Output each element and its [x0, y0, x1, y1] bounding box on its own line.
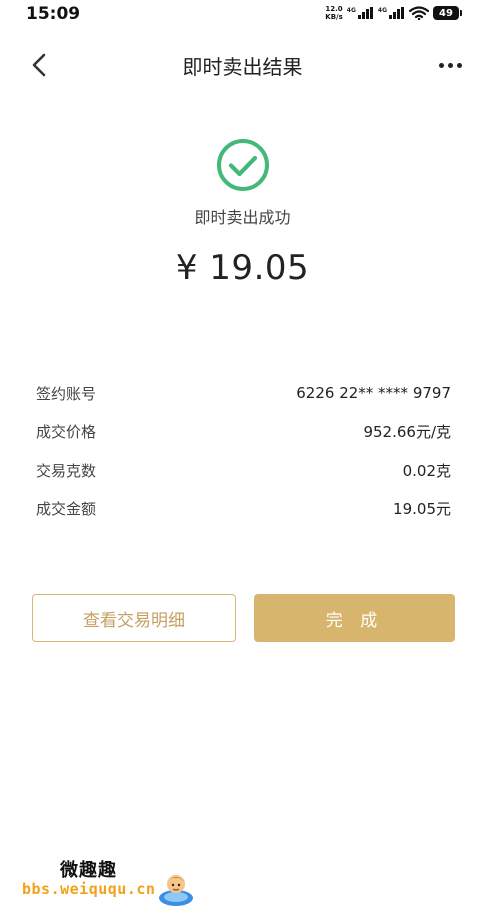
more-dot: [438, 62, 444, 68]
transaction-details: 签约账号 6226 22** **** 9797 成交价格 952.66元/克 …: [36, 374, 451, 528]
wifi-icon: [409, 6, 429, 20]
detail-row-account: 签约账号 6226 22** **** 9797: [36, 374, 451, 413]
detail-label: 成交价格: [36, 423, 97, 442]
signal-1-label: 4G: [346, 7, 356, 14]
watermark: 微趣趣 bbs.weiququ.cn: [22, 856, 202, 908]
network-speed: 12.0 KB/s: [325, 5, 342, 21]
more-dot: [447, 62, 453, 68]
nav-bar: 即时卖出结果: [0, 40, 485, 88]
signal-1: 4G: [347, 7, 374, 19]
network-speed-value: 12.0: [325, 5, 343, 13]
watermark-url: bbs.weiququ.cn: [22, 880, 156, 898]
status-bar: 15:09 12.0 KB/s 4G 4G 49: [0, 0, 485, 30]
check-circle-icon: [217, 139, 269, 191]
detail-row-price: 成交价格 952.66元/克: [36, 413, 451, 452]
detail-label: 签约账号: [36, 384, 97, 403]
result-status-text: 即时卖出成功: [194, 208, 291, 227]
battery-icon: 49: [433, 6, 462, 20]
result-amount: ¥ 19.05: [175, 248, 310, 288]
status-time: 15:09: [26, 4, 81, 24]
signal-strength-icon: [389, 7, 404, 19]
signal-2: 4G: [378, 7, 405, 19]
mascot-icon: [159, 875, 193, 906]
detail-row-grams: 交易克数 0.02克: [36, 451, 451, 490]
detail-value: 952.66元/克: [363, 423, 451, 442]
more-button[interactable]: [433, 50, 467, 80]
signal-strength-icon: [357, 7, 373, 19]
network-speed-unit: KB/s: [325, 13, 343, 21]
view-details-button[interactable]: 查看交易明细: [32, 594, 236, 642]
status-icons: 12.0 KB/s 4G 4G 49: [325, 5, 462, 21]
signal-2-label: 4G: [377, 7, 387, 14]
detail-value: 6226 22** **** 9797: [296, 384, 451, 403]
done-button[interactable]: 完 成: [254, 594, 455, 642]
detail-value: 0.02克: [402, 461, 451, 480]
more-dot: [456, 62, 462, 68]
detail-row-amount: 成交金额 19.05元: [36, 490, 451, 529]
detail-label: 交易克数: [36, 461, 97, 480]
detail-value: 19.05元: [393, 500, 451, 519]
watermark-brand: 微趣趣: [60, 860, 117, 881]
detail-label: 成交金额: [36, 500, 97, 519]
page-title: 即时卖出结果: [182, 55, 303, 79]
